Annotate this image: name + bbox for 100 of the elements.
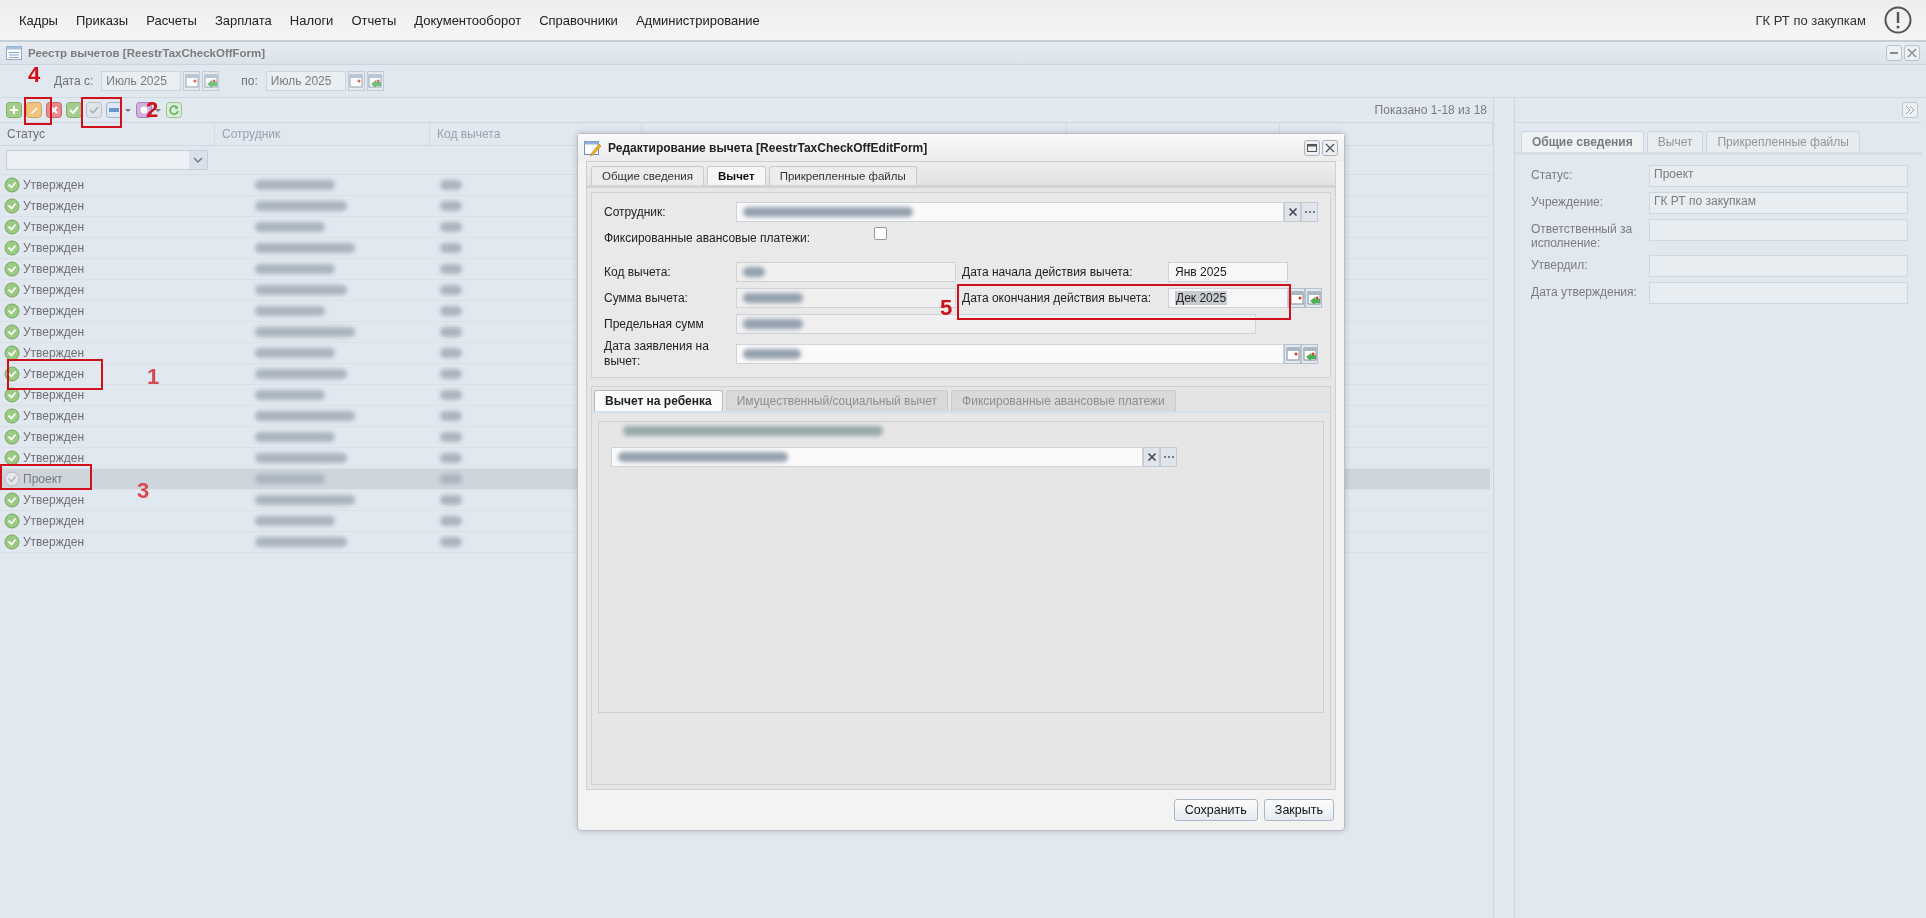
status-text: Утвержден bbox=[23, 262, 85, 276]
field-label: Ответственный за исполнение: bbox=[1531, 221, 1634, 250]
blurred-text bbox=[440, 369, 462, 379]
check-circle-icon bbox=[4, 240, 20, 256]
status-text: Проект bbox=[23, 472, 63, 486]
close-button[interactable] bbox=[1322, 139, 1338, 156]
save-button[interactable]: Сохранить bbox=[1173, 799, 1258, 821]
blurred-text bbox=[440, 474, 462, 484]
check-circle-icon bbox=[4, 282, 20, 298]
approve-button[interactable] bbox=[66, 101, 82, 119]
blurred-text bbox=[440, 390, 462, 400]
alert-icon[interactable] bbox=[1884, 6, 1912, 34]
ellipsis-icon bbox=[1162, 455, 1175, 459]
status-text: Утвержден bbox=[23, 346, 85, 360]
input-field[interactable]: ГК РТ по закупкам bbox=[1649, 192, 1908, 214]
menu-item[interactable]: Документооборот bbox=[405, 12, 531, 28]
menu-item[interactable]: Налоги bbox=[280, 12, 343, 28]
check-circle-icon bbox=[4, 471, 20, 487]
print-menu-button[interactable] bbox=[106, 101, 132, 119]
status-text: Утвержден bbox=[23, 325, 85, 339]
check-circle-icon bbox=[4, 408, 20, 424]
status-text: Утвержден bbox=[23, 199, 85, 213]
input-field[interactable]: Проект bbox=[1649, 165, 1908, 187]
blurred-text bbox=[440, 243, 462, 253]
field-label: Утвердил: bbox=[1531, 257, 1589, 272]
maximize-icon bbox=[1307, 142, 1317, 153]
calendar-reset-button[interactable] bbox=[366, 71, 384, 91]
calendar-reset-button[interactable] bbox=[1305, 288, 1322, 308]
check-circle-icon bbox=[4, 345, 20, 361]
annotation-number: 5 bbox=[940, 297, 953, 319]
blurred-text bbox=[440, 180, 462, 190]
menu-item[interactable]: Расчеты bbox=[137, 12, 206, 28]
clear-button[interactable] bbox=[1143, 447, 1160, 467]
blurred-text bbox=[440, 201, 462, 211]
checkbox[interactable] bbox=[873, 227, 887, 240]
field-label: Код вычета: bbox=[604, 265, 672, 279]
clear-icon bbox=[1146, 452, 1157, 462]
tab[interactable]: Вычет на ребенка bbox=[594, 390, 723, 411]
check-circle-icon bbox=[4, 219, 20, 235]
check-circle-icon bbox=[4, 534, 20, 550]
minimize-icon bbox=[1890, 52, 1898, 54]
menu-item[interactable]: Отчеты bbox=[342, 12, 406, 28]
close-button[interactable]: Закрыть bbox=[1263, 799, 1334, 821]
field-label: Сумма вычета: bbox=[604, 291, 689, 305]
close-button[interactable] bbox=[1904, 45, 1920, 61]
browse-button[interactable] bbox=[1301, 202, 1318, 222]
refresh-button[interactable] bbox=[166, 101, 182, 119]
input-field[interactable] bbox=[736, 202, 1284, 222]
annotation-box bbox=[24, 97, 52, 125]
calendar-reset-button[interactable] bbox=[1301, 344, 1318, 364]
date-to-field[interactable]: Июль 2025 bbox=[265, 71, 346, 91]
blurred-text bbox=[255, 306, 325, 316]
input-field[interactable] bbox=[736, 262, 956, 282]
close-icon bbox=[1325, 142, 1335, 153]
circle-icon bbox=[136, 102, 162, 118]
check-circle-icon bbox=[4, 198, 20, 214]
form-edit-icon bbox=[584, 139, 602, 156]
blurred-text bbox=[440, 222, 462, 232]
status-text: Утвержден bbox=[23, 367, 85, 381]
calendar-icon bbox=[349, 73, 364, 89]
input-field[interactable]: Янв 2025 bbox=[1168, 262, 1288, 282]
input-field[interactable]: Дек 2025 bbox=[1168, 288, 1288, 308]
report-menu-button[interactable] bbox=[136, 101, 162, 119]
input-field[interactable] bbox=[611, 447, 1143, 467]
input-field[interactable] bbox=[1649, 255, 1908, 277]
organization-name: ГК РТ по закупкам bbox=[1755, 12, 1866, 28]
field-label: Фиксированные авансовые платежи: bbox=[604, 231, 810, 245]
blurred-text bbox=[743, 349, 801, 359]
menu-item[interactable]: Справочники bbox=[530, 12, 627, 28]
check-circle-icon bbox=[4, 324, 20, 340]
date-from-field[interactable]: Июль 2025 bbox=[101, 71, 182, 91]
input-field[interactable] bbox=[736, 314, 1256, 334]
clear-icon bbox=[1287, 207, 1298, 217]
clear-button[interactable] bbox=[1284, 202, 1301, 222]
blurred-text bbox=[255, 474, 325, 484]
input-field[interactable] bbox=[1649, 219, 1908, 241]
status-text: Утвержден bbox=[23, 283, 85, 297]
maximize-button[interactable] bbox=[1304, 139, 1320, 156]
menu-item[interactable]: Приказы bbox=[66, 12, 138, 28]
menu-item[interactable]: Администрирование bbox=[626, 12, 769, 28]
column-header[interactable]: Статус bbox=[0, 123, 215, 145]
check-circle-icon bbox=[4, 450, 20, 466]
tab[interactable]: Вычет bbox=[707, 166, 766, 185]
field-label: Статус: bbox=[1531, 167, 1574, 182]
menu-item[interactable]: Кадры bbox=[10, 12, 67, 28]
tab[interactable]: Общие сведения bbox=[1521, 131, 1644, 152]
tab[interactable]: Прикрепленные файлы bbox=[768, 166, 917, 185]
blurred-text bbox=[440, 432, 462, 442]
browse-button[interactable] bbox=[1160, 447, 1177, 467]
expand-button[interactable] bbox=[1902, 102, 1918, 118]
input-field[interactable] bbox=[1649, 282, 1908, 304]
tab[interactable]: Общие сведения bbox=[591, 166, 704, 185]
input-field[interactable] bbox=[736, 344, 1284, 364]
pencil-icon bbox=[26, 102, 42, 118]
add-button[interactable] bbox=[6, 101, 22, 119]
menu-item[interactable]: Зарплата bbox=[205, 12, 281, 28]
filter-dropdown[interactable] bbox=[6, 150, 208, 170]
calendar-reset-button[interactable] bbox=[202, 71, 220, 91]
blurred-text bbox=[440, 285, 462, 295]
minimize-button[interactable] bbox=[1886, 45, 1902, 61]
